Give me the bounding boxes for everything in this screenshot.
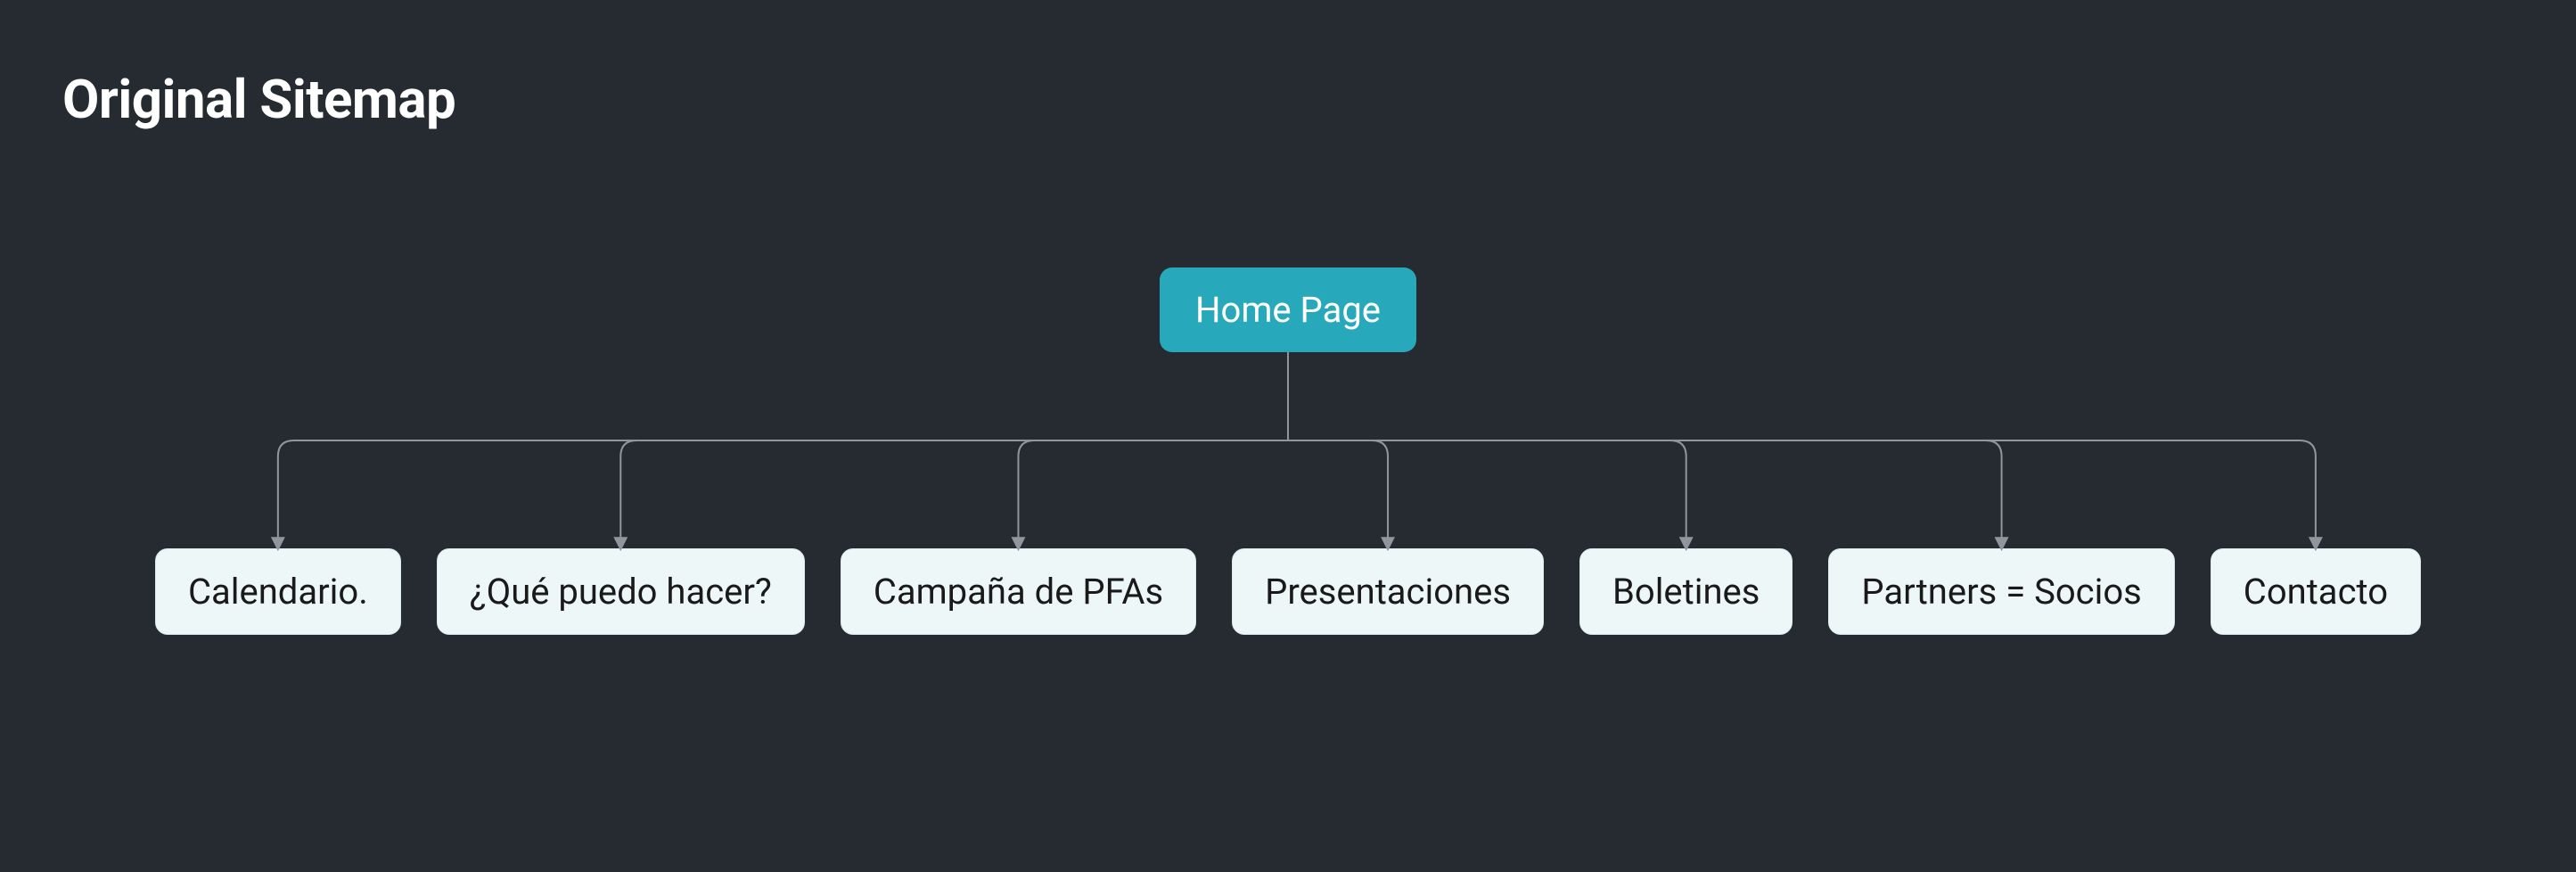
child-node-calendario: Calendario. (155, 548, 401, 635)
root-node-home: Home Page (1160, 267, 1416, 352)
child-node-campana-pfas: Campaña de PFAs (841, 548, 1196, 635)
child-node-contacto: Contacto (2211, 548, 2421, 635)
child-node-que-puedo-hacer: ¿Qué puedo hacer? (437, 548, 805, 635)
child-node-presentaciones: Presentaciones (1232, 548, 1544, 635)
sitemap-diagram: Home Page Calendario. ¿Qué puedo hacer? … (0, 267, 2576, 635)
children-row: Calendario. ¿Qué puedo hacer? Campaña de… (0, 548, 2576, 635)
child-node-boletines: Boletines (1579, 548, 1793, 635)
child-node-partners-socios: Partners = Socios (1828, 548, 2174, 635)
page-title: Original Sitemap (62, 68, 455, 131)
